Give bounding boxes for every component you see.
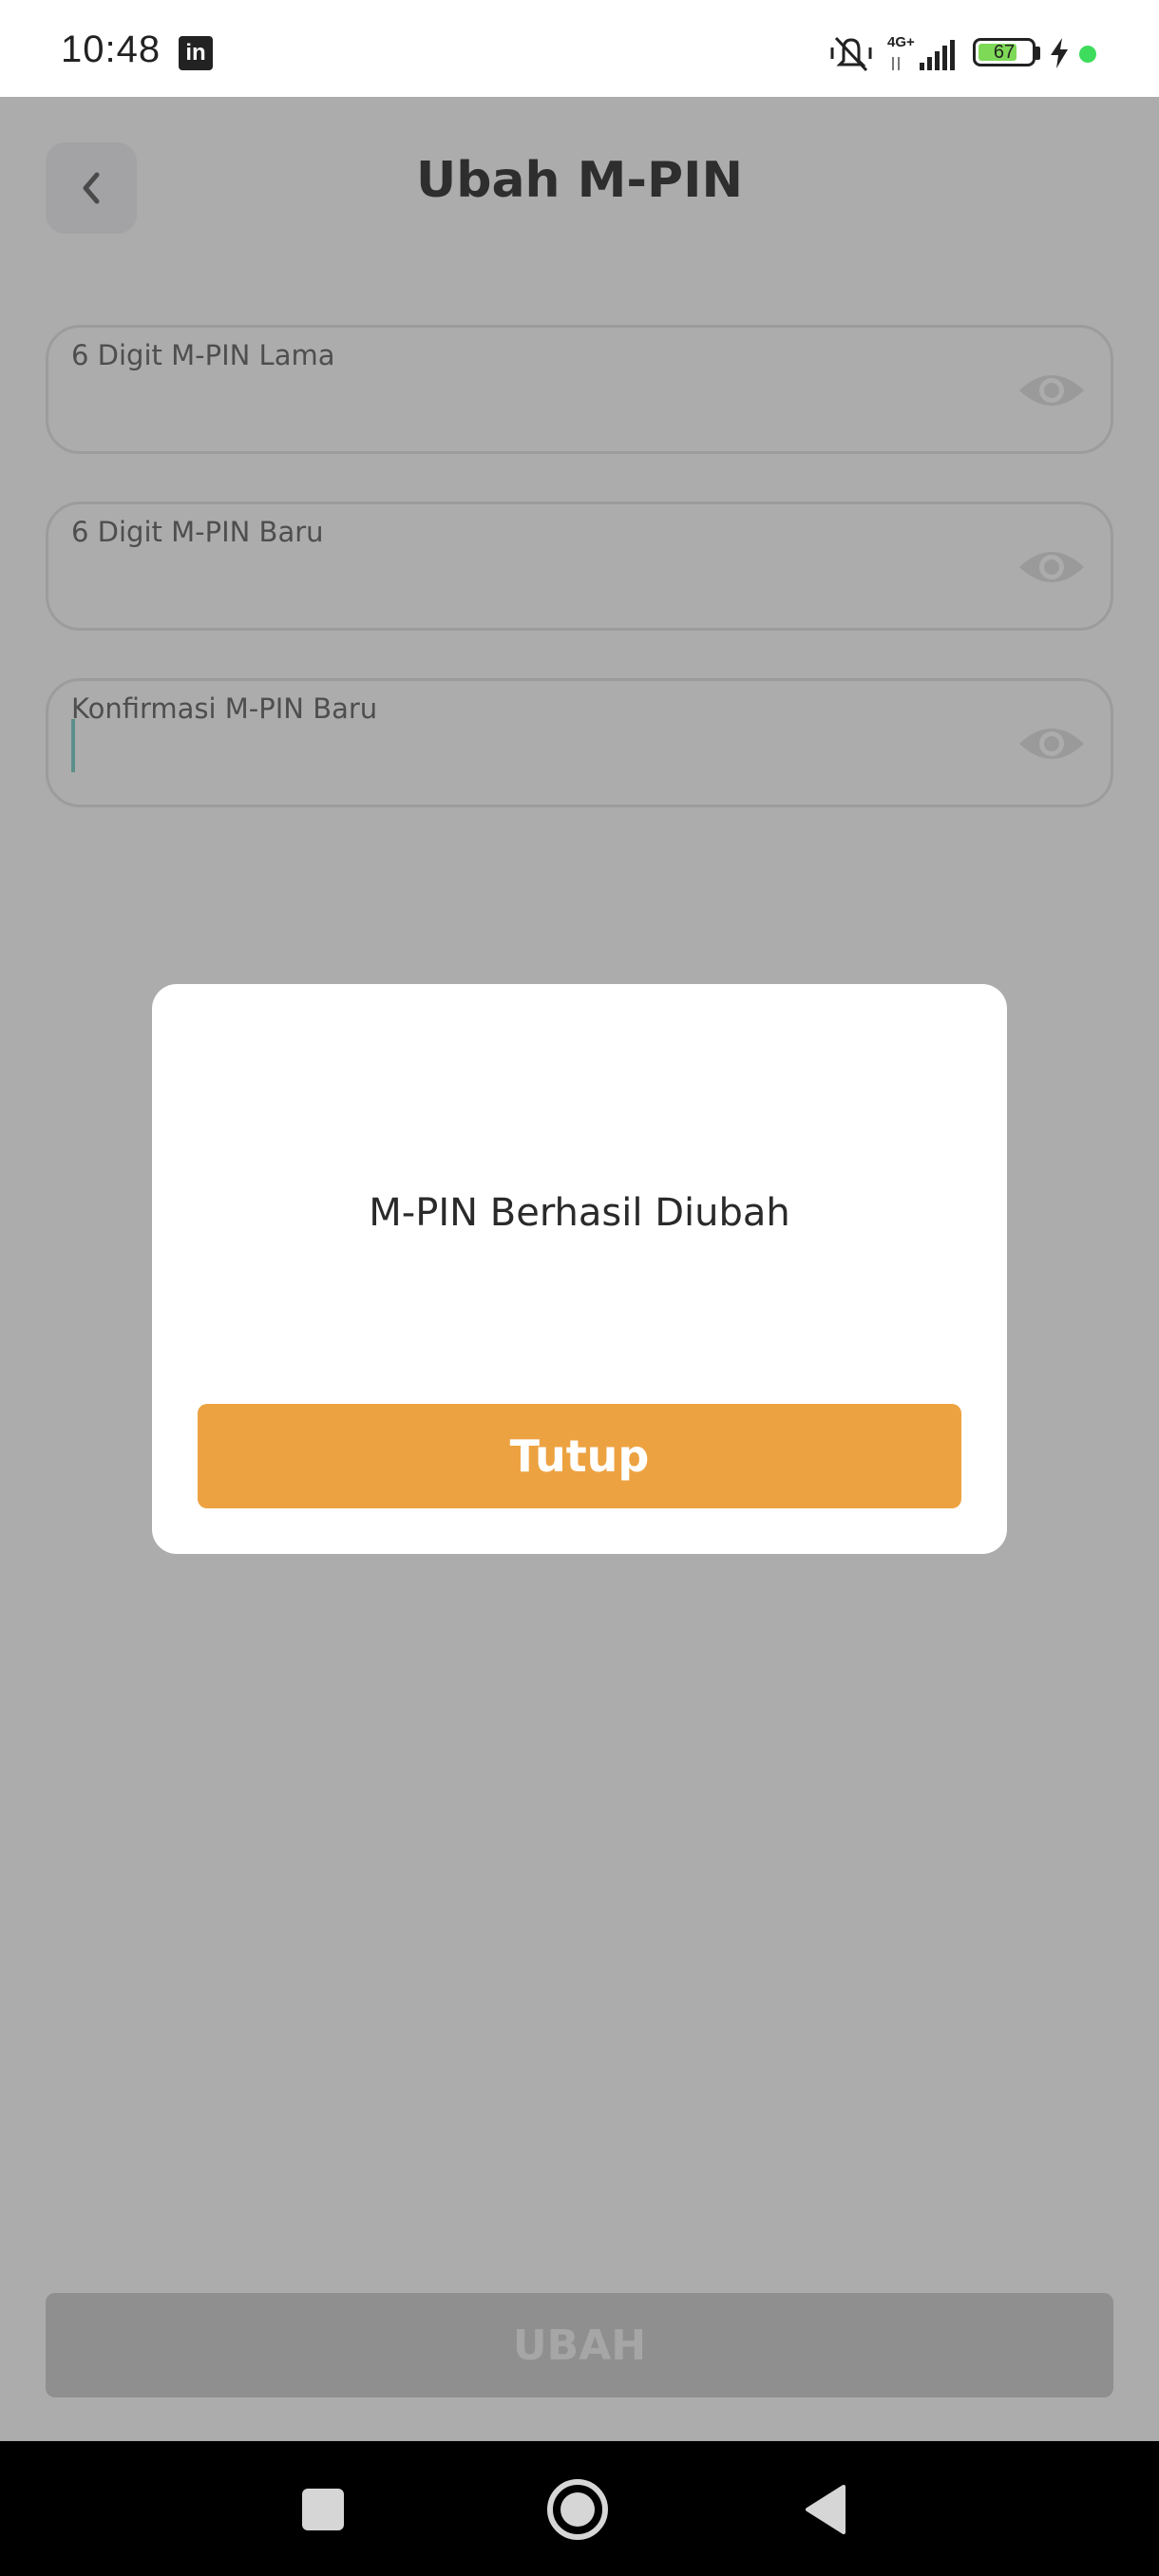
success-dialog: M-PIN Berhasil Diubah Tutup	[152, 984, 1007, 1554]
confirm-mpin-field[interactable]: Konfirmasi M-PIN Baru	[46, 678, 1113, 807]
back-triangle-icon[interactable]	[804, 2483, 847, 2536]
confirm-mpin-label: Konfirmasi M-PIN Baru	[71, 692, 378, 725]
status-time: 10:48	[61, 28, 162, 70]
page-title: Ubah M-PIN	[416, 152, 743, 209]
battery-level-text: 67	[993, 42, 1016, 63]
mute-vibrate-icon	[830, 36, 872, 72]
signal-icon: 4G+	[887, 32, 963, 74]
charging-bolt-icon	[1051, 38, 1068, 68]
status-dot-icon	[1079, 46, 1096, 63]
eye-icon[interactable]	[1017, 366, 1086, 415]
home-circle-icon[interactable]	[547, 2479, 608, 2540]
old-mpin-label: 6 Digit M-PIN Lama	[71, 339, 335, 371]
ubah-button[interactable]: UBAH	[46, 2293, 1113, 2397]
old-mpin-input[interactable]	[71, 381, 1021, 428]
new-mpin-input[interactable]	[71, 558, 1021, 605]
new-mpin-label: 6 Digit M-PIN Baru	[71, 516, 324, 548]
status-bar: 10:48 in 4G+ 67	[0, 0, 1159, 97]
battery-cap	[1036, 47, 1040, 60]
battery-icon: 67	[973, 38, 1036, 66]
home-circle-inner	[560, 2492, 595, 2527]
linkedin-icon: in	[179, 36, 213, 70]
close-button[interactable]: Tutup	[198, 1404, 961, 1508]
eye-icon[interactable]	[1017, 542, 1086, 592]
old-mpin-field[interactable]: 6 Digit M-PIN Lama	[46, 325, 1113, 454]
eye-icon[interactable]	[1017, 719, 1086, 768]
navigation-bar	[0, 2441, 1159, 2576]
new-mpin-field[interactable]: 6 Digit M-PIN Baru	[46, 502, 1113, 631]
dialog-message: M-PIN Berhasil Diubah	[369, 1191, 790, 1235]
confirm-mpin-input[interactable]	[71, 734, 1021, 782]
recents-square-icon[interactable]	[302, 2489, 344, 2530]
